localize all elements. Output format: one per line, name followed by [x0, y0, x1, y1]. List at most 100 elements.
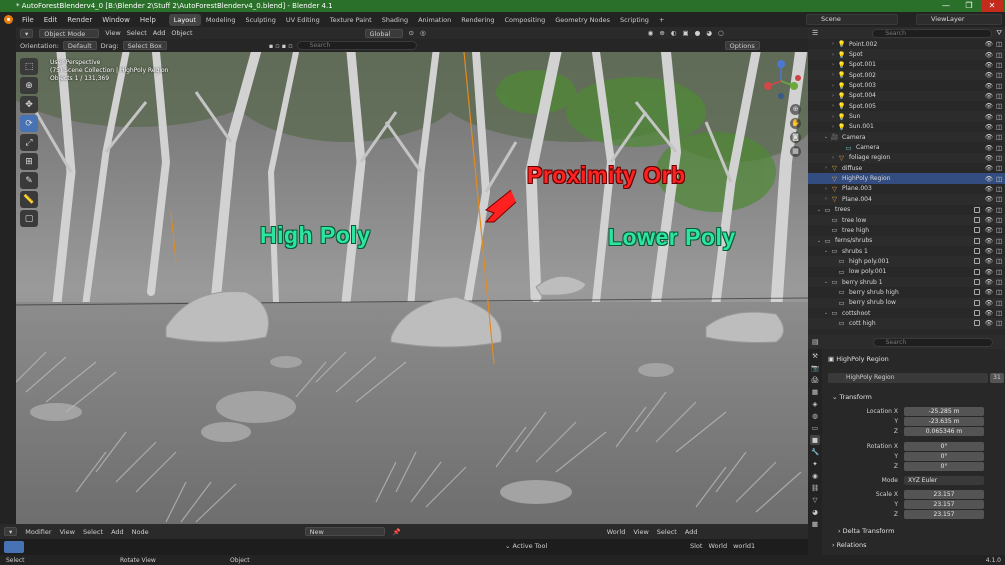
rotation-z-field[interactable]: 0° [904, 462, 984, 471]
relations-section[interactable]: › Relations [832, 541, 867, 549]
exclude-checkbox[interactable] [974, 289, 980, 296]
render-toggle-icon[interactable]: ◫ [996, 40, 1002, 48]
tab-sculpting[interactable]: Sculpting [240, 14, 280, 26]
expand-arrow-icon[interactable]: › [829, 155, 837, 161]
location-y-field[interactable]: -23.635 m [904, 417, 984, 426]
view-layer-selector[interactable]: ViewLayer [916, 14, 1002, 25]
data-tab-icon[interactable]: ▽ [810, 495, 820, 505]
bottom-menu-node[interactable]: Node [132, 528, 149, 536]
filter-icon[interactable]: ⛛ [996, 29, 1002, 38]
particles-tab-icon[interactable]: ✦ [810, 459, 820, 469]
expand-arrow-icon[interactable]: ⌄ [815, 207, 823, 213]
render-toggle-icon[interactable]: ◫ [996, 144, 1002, 152]
transform-section[interactable]: ⌄ Transform [832, 393, 872, 401]
tab-shading[interactable]: Shading [377, 14, 413, 26]
collection-tab-icon[interactable]: ▭ [810, 423, 820, 433]
object-name-field[interactable]: HighPoly Region [828, 373, 988, 383]
exclude-checkbox[interactable] [974, 279, 980, 286]
visibility-eye-icon[interactable]: 👁 [985, 288, 993, 296]
render-toggle-icon[interactable]: ◫ [996, 299, 1002, 307]
menu-window[interactable]: Window [97, 16, 135, 24]
scene-selector[interactable]: Scene [806, 14, 898, 25]
select-tool-button[interactable] [4, 541, 24, 553]
shading-solid-icon[interactable]: ● [695, 29, 701, 37]
constraints-tab-icon[interactable]: ⛓ [810, 483, 820, 493]
visibility-eye-icon[interactable]: 👁 [985, 257, 993, 265]
shading-rendered-icon[interactable]: ○ [718, 29, 724, 37]
outliner-row[interactable]: ⌄ ▭ shrubs 1 👁 ◫ [808, 246, 1005, 256]
add-workspace-button[interactable]: + [654, 14, 669, 26]
render-toggle-icon[interactable]: ◫ [996, 319, 1002, 327]
output-tab-icon[interactable]: 🖨 [810, 375, 820, 385]
outliner-row[interactable]: ⌄ ▭ berry shrub 1 👁 ◫ [808, 276, 1005, 288]
render-tab-icon[interactable]: 📷 [810, 363, 820, 373]
visibility-eye-icon[interactable]: 👁 [985, 61, 993, 69]
outliner-row[interactable]: › 💡 Point.002 👁 ◫ [808, 39, 1005, 49]
outliner-search-input[interactable]: Search [872, 28, 993, 38]
outliner-row[interactable]: › ▽ Plane.003 👁 ◫ [808, 184, 1005, 194]
visibility-eye-icon[interactable]: 👁 [985, 164, 993, 172]
object-tab-icon[interactable]: ■ [810, 435, 820, 445]
pin-icon[interactable]: 📌 [393, 528, 401, 536]
shading-material-icon[interactable]: ◕ [706, 29, 712, 37]
visibility-eye-icon[interactable]: 👁 [985, 113, 993, 121]
expand-arrow-icon[interactable]: › [829, 62, 837, 68]
outliner-row[interactable]: › 💡 Spot.001 👁 ◫ [808, 60, 1005, 70]
outliner-row[interactable]: ▭ Camera 👁 ◫ [808, 142, 1005, 152]
exclude-checkbox[interactable] [974, 227, 980, 234]
outliner-row[interactable]: ▭ high poly.001 👁 ◫ [808, 256, 1005, 267]
scale-z-field[interactable]: 23.157 [904, 510, 984, 519]
visibility-eye-icon[interactable]: 👁 [985, 71, 993, 79]
render-toggle-icon[interactable]: ◫ [996, 123, 1002, 131]
world-dropdown[interactable]: World [607, 528, 626, 536]
visibility-eye-icon[interactable]: 👁 [985, 237, 993, 245]
expand-arrow-icon[interactable]: ⌄ [822, 134, 830, 140]
outliner-row[interactable]: › 💡 Sun 👁 ◫ [808, 111, 1005, 122]
active-tool-panel[interactable]: ⌄ Active Tool [505, 542, 547, 550]
bottom-menu-select[interactable]: Select [83, 528, 103, 536]
bottom-menu-select2[interactable]: Select [657, 528, 677, 536]
outliner-row[interactable]: ▭ tree high 👁 ◫ [808, 225, 1005, 235]
expand-arrow-icon[interactable]: ⌄ [822, 310, 830, 316]
exclude-checkbox[interactable] [974, 310, 980, 317]
visibility-eye-icon[interactable]: 👁 [985, 51, 993, 59]
expand-arrow-icon[interactable]: ⌄ [822, 248, 830, 254]
tab-compositing[interactable]: Compositing [499, 14, 550, 26]
annotate-tool-icon[interactable]: ✎ [20, 172, 38, 189]
tab-scripting[interactable]: Scripting [615, 14, 654, 26]
editor-type-icon-bottom[interactable]: ▾ [4, 527, 18, 536]
exclude-checkbox[interactable] [974, 248, 980, 255]
orientation-dropdown[interactable]: Default [62, 41, 97, 50]
render-toggle-icon[interactable]: ◫ [996, 195, 1002, 203]
pan-view-icon[interactable]: ✋ [790, 118, 801, 129]
visibility-eye-icon[interactable]: 👁 [985, 154, 993, 162]
material-tab-icon[interactable]: ◕ [810, 507, 820, 517]
bottom-menu-add2[interactable]: Add [685, 528, 698, 536]
render-toggle-icon[interactable]: ◫ [996, 61, 1002, 69]
outliner-row[interactable]: › ▽ diffuse 👁 ◫ [808, 163, 1005, 173]
visibility-eye-icon[interactable]: 👁 [985, 216, 993, 224]
visibility-eye-icon[interactable]: 👁 [985, 206, 993, 214]
outliner-row[interactable]: ⌄ ▭ trees 👁 ◫ [808, 205, 1005, 215]
expand-arrow-icon[interactable]: › [829, 103, 837, 109]
render-toggle-icon[interactable]: ◫ [996, 164, 1002, 172]
expand-arrow-icon[interactable]: › [829, 124, 837, 130]
visibility-eye-icon[interactable]: 👁 [985, 123, 993, 131]
render-toggle-icon[interactable]: ◫ [996, 268, 1002, 276]
render-toggle-icon[interactable]: ◫ [996, 82, 1002, 90]
menu-render[interactable]: Render [62, 16, 97, 24]
outliner-row[interactable]: ▭ low poly.001 👁 ◫ [808, 267, 1005, 277]
render-toggle-icon[interactable]: ◫ [996, 257, 1002, 265]
visibility-eye-icon[interactable]: 👁 [985, 92, 993, 100]
expand-arrow-icon[interactable]: › [829, 93, 837, 99]
editor-type-icon[interactable]: ▾ [20, 28, 34, 38]
tab-layout[interactable]: Layout [168, 13, 201, 26]
expand-arrow-icon[interactable]: › [829, 41, 837, 47]
rotation-y-field[interactable]: 0° [904, 452, 984, 461]
select-box-tool-icon[interactable]: ⬚ [20, 58, 38, 75]
world-name-field[interactable]: world1 [733, 542, 755, 550]
outliner-row[interactable]: ▽ HighPoly Region 👁 ◫ [808, 173, 1005, 184]
scale-y-field[interactable]: 23.157 [904, 500, 984, 509]
menu-object[interactable]: Object [171, 29, 192, 37]
minimize-button[interactable]: — [935, 0, 957, 12]
